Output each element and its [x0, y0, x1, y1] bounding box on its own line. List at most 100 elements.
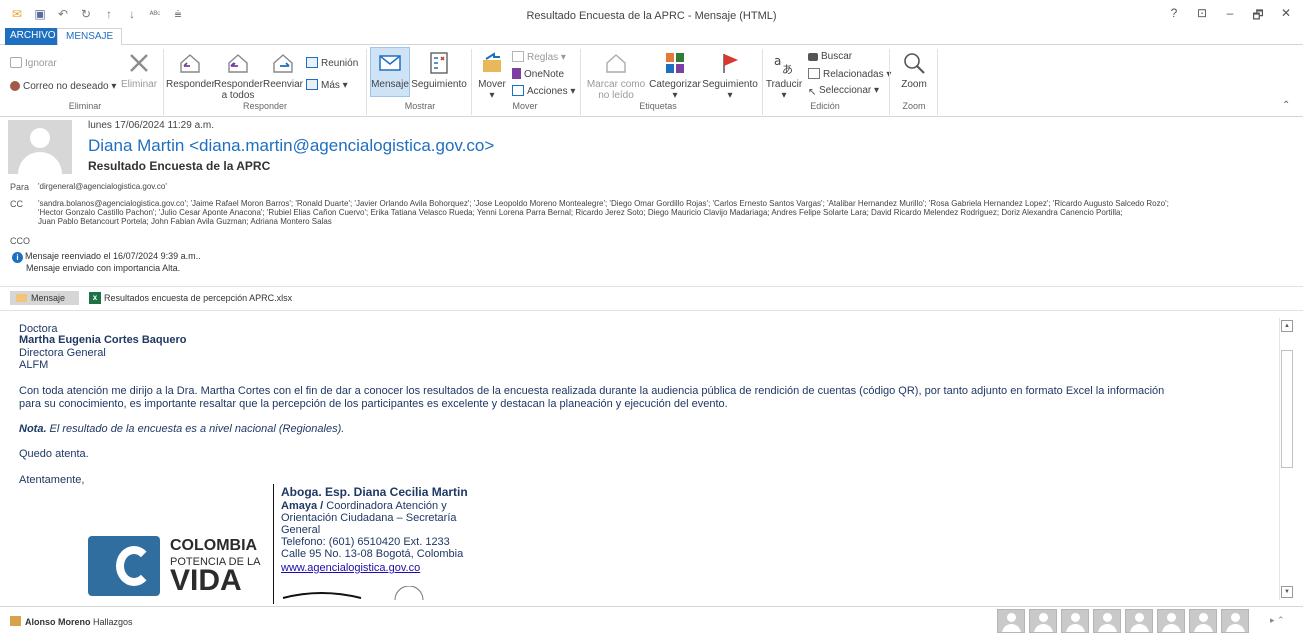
mark-unread-icon — [606, 54, 626, 73]
rules-icon — [512, 51, 524, 62]
followup-button[interactable]: Seguimiento ▾ — [702, 51, 758, 101]
svg-text:あ: あ — [782, 63, 793, 75]
excel-icon: x — [89, 292, 102, 304]
bcc-label: CCO — [10, 236, 30, 246]
tab-archivo[interactable]: ARCHIVO — [5, 28, 61, 45]
person-avatar[interactable] — [1221, 609, 1249, 633]
ribbon-display-icon[interactable]: ⊡ — [1195, 6, 1209, 27]
signature-name: Aboga. Esp. Diana Cecilia Martin — [281, 485, 468, 499]
person-avatar[interactable] — [1157, 609, 1185, 633]
scroll-thumb[interactable] — [1281, 350, 1293, 468]
cc-recipients[interactable]: 'sandra.bolanos@agencialogistica.gov.co'… — [38, 199, 1293, 226]
person-avatar[interactable] — [1093, 609, 1121, 633]
reply-icon — [180, 54, 200, 73]
delete-button[interactable]: Eliminar — [118, 51, 160, 90]
show-tracking-button[interactable]: Seguimiento — [411, 51, 467, 90]
meeting-button[interactable]: Reunión — [306, 57, 358, 69]
person-avatar[interactable] — [1029, 609, 1057, 633]
ignore-button[interactable]: Ignorar — [10, 57, 57, 69]
people-pane-info[interactable]: Alonso Moreno Hallazgos — [10, 616, 133, 627]
zoom-button[interactable]: Zoom — [894, 51, 934, 90]
signature-seal — [282, 586, 424, 600]
divider — [0, 286, 1303, 287]
collapse-ribbon-icon[interactable]: ⌃ — [1282, 100, 1290, 111]
group-label-etiquetas: Etiquetas — [639, 101, 677, 111]
move-icon — [483, 52, 501, 72]
find-button[interactable]: Buscar — [808, 51, 852, 62]
rules-button[interactable]: Reglas ▾ — [512, 51, 566, 63]
move-button[interactable]: Mover ▾ — [474, 51, 510, 101]
close-icon[interactable]: ✕ — [1279, 6, 1293, 27]
group-separator — [889, 49, 890, 115]
translate-button[interactable]: aあ Traducir ▾ — [764, 51, 804, 101]
group-separator — [762, 49, 763, 115]
group-label-edicion: Edición — [810, 101, 840, 111]
translate-icon: aあ — [774, 54, 793, 75]
message-tab[interactable]: Mensaje — [10, 291, 80, 305]
window-controls: ? ⊡ – 🗗 ✕ — [1167, 6, 1293, 27]
mark-unread-button[interactable]: Marcar como no leído — [585, 51, 647, 101]
signature-divider — [273, 484, 274, 604]
group-separator — [580, 49, 581, 115]
window-title: Resultado Encuesta de la APRC - Mensaje … — [526, 10, 777, 22]
onenote-button[interactable]: OneNote — [512, 68, 564, 80]
tracking-icon — [430, 52, 448, 74]
person-avatar[interactable] — [997, 609, 1025, 633]
cc-label: CC — [10, 199, 23, 209]
tab-mensaje[interactable]: MENSAJE — [57, 28, 123, 46]
message-info: i Mensaje reenviado el 16/07/2024 9:39 a.… — [12, 251, 201, 274]
more-icon — [306, 79, 318, 90]
message-subject: Resultado Encuesta de la APRC — [88, 159, 271, 173]
message-icon — [379, 55, 401, 71]
cursor-icon: ↖ — [808, 87, 817, 98]
group-label-responder: Responder — [242, 101, 288, 111]
sender-name[interactable]: Diana Martin <diana.martin@agencialogist… — [88, 136, 494, 156]
reply-button[interactable]: Responder — [166, 51, 215, 90]
signature-website-link[interactable]: www.agencialogistica.gov.co — [281, 563, 486, 574]
logo-text: COLOMBIA — [170, 537, 258, 554]
to-recipients[interactable]: 'dirgeneral@agencialogistica.gov.co' — [38, 182, 1293, 191]
actions-button[interactable]: Acciones ▾ — [512, 85, 575, 97]
categorize-button[interactable]: Categorizar ▾ — [648, 51, 702, 101]
envelope-icon — [16, 294, 27, 302]
help-icon[interactable]: ? — [1167, 6, 1181, 27]
attachment-file[interactable]: x Resultados encuesta de percepción APRC.… — [89, 292, 292, 304]
body-note: Nota. El resultado de la encuesta es a n… — [19, 423, 344, 435]
importance-info: Mensaje enviado con importancia Alta. — [26, 263, 181, 273]
message-date: lunes 17/06/2024 11:29 a.m. — [88, 120, 215, 131]
info-icon: i — [12, 252, 23, 263]
note-label: Nota. — [19, 423, 47, 435]
ignore-icon — [10, 57, 22, 68]
svg-text:a: a — [774, 54, 781, 68]
body-recipient-name: Martha Eugenia Cortes Baquero — [19, 334, 187, 346]
signature-address: Calle 95 No. 13-08 Bogotá, Colombia — [281, 548, 464, 560]
select-button[interactable]: ↖ Seleccionar ▾ — [808, 85, 879, 98]
person-avatar[interactable] — [1125, 609, 1153, 633]
status-contact-name: Alonso Moreno — [25, 617, 91, 627]
related-button[interactable]: Relacionadas ▾ — [808, 68, 891, 80]
scroll-up-icon[interactable]: ▲ — [1281, 320, 1293, 332]
status-bar: Alonso Moreno Hallazgos ▸ ⌃ — [0, 606, 1303, 633]
forwarded-info: Mensaje reenviado el 16/07/2024 9:39 a.m… — [25, 251, 201, 261]
body-recipient-org: ALFM — [19, 359, 49, 371]
person-avatar[interactable] — [1061, 609, 1089, 633]
cc-line: 'sandra.bolanos@agencialogistica.gov.co'… — [38, 199, 1169, 208]
people-pane-nav[interactable]: ▸ ⌃ — [1270, 615, 1285, 626]
show-message-button[interactable]: Mensaje — [370, 47, 410, 97]
signature-name-cont: Amaya / — [281, 500, 324, 512]
attachments-bar: Mensaje x Resultados encuesta de percepci… — [10, 290, 292, 306]
junk-button[interactable]: Correo no deseado ▾ — [10, 81, 116, 92]
ribbon: Ignorar Correo no deseado ▾ Eliminar Eli… — [0, 45, 1303, 117]
restore-icon[interactable]: 🗗 — [1251, 6, 1265, 27]
reply-all-icon — [228, 54, 248, 73]
group-label-eliminar: Eliminar — [68, 101, 102, 111]
person-avatar[interactable] — [1189, 609, 1217, 633]
body-paragraph-line: Con toda atención me dirijo a la Dra. Ma… — [19, 385, 1165, 397]
minimize-icon[interactable]: – — [1223, 6, 1237, 27]
forward-button[interactable]: Reenviar — [262, 51, 304, 90]
people-pane — [997, 609, 1249, 633]
body-scrollbar[interactable]: ▲ ▼ — [1279, 318, 1293, 600]
reply-all-button[interactable]: Responder a todos — [214, 51, 263, 101]
more-button[interactable]: Más ▾ — [306, 79, 348, 91]
scroll-down-icon[interactable]: ▼ — [1281, 586, 1293, 598]
